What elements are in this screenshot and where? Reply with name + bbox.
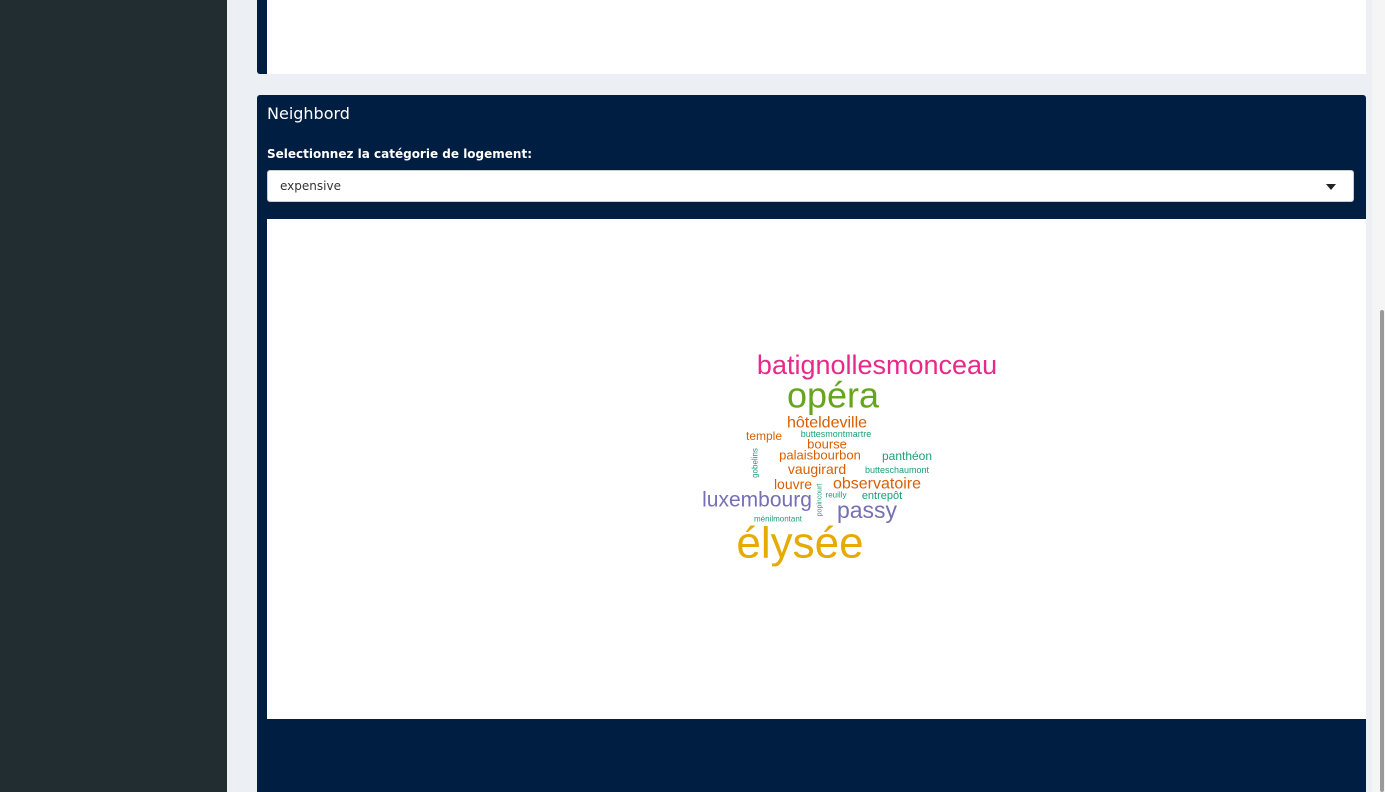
category-select[interactable]: expensive xyxy=(267,170,1354,202)
wordcloud-word: opéra xyxy=(787,375,880,416)
wordcloud-word: panthéon xyxy=(882,449,932,463)
wordcloud-word: élysée xyxy=(736,519,863,568)
previous-box xyxy=(257,0,1366,74)
category-select-label: Selectionnez la catégorie de logement: xyxy=(267,147,532,161)
wordcloud-word: reuilly xyxy=(826,491,847,500)
wordcloud-word: gobelins xyxy=(751,448,760,478)
scrollbar-track[interactable] xyxy=(1372,0,1385,792)
sidebar xyxy=(0,0,227,792)
caret-down-icon[interactable] xyxy=(1326,184,1336,190)
wordcloud-word: butteschaumont xyxy=(865,465,930,475)
main-content: Neighbord Selectionnez la catégorie de l… xyxy=(227,0,1372,792)
box-title: Neighbord xyxy=(267,104,350,123)
wordcloud-word: buttesmontmartre xyxy=(801,429,872,439)
wordcloud-word: vaugirard xyxy=(788,461,846,477)
wordcloud-plot: élysée opéra batignollesmonceau luxembourg p… xyxy=(267,219,1366,719)
previous-box-body xyxy=(267,0,1366,74)
neighborhood-box: Neighbord Selectionnez la catégorie de l… xyxy=(257,95,1366,792)
wordcloud-word: louvre xyxy=(774,476,812,492)
scrollbar-thumb[interactable] xyxy=(1380,310,1384,792)
wordcloud-word: ménilmontant xyxy=(754,515,803,524)
wordcloud-word: temple xyxy=(746,429,782,443)
wordcloud-word: entrepôt xyxy=(862,490,902,502)
category-select-value: expensive xyxy=(280,179,341,193)
wordcloud-svg: élyséeopérabatignollesmonceauluxembourg p… xyxy=(702,350,997,568)
wordcloud-word: popincourt xyxy=(817,484,824,517)
wordcloud-word: batignollesmonceau xyxy=(757,350,997,380)
